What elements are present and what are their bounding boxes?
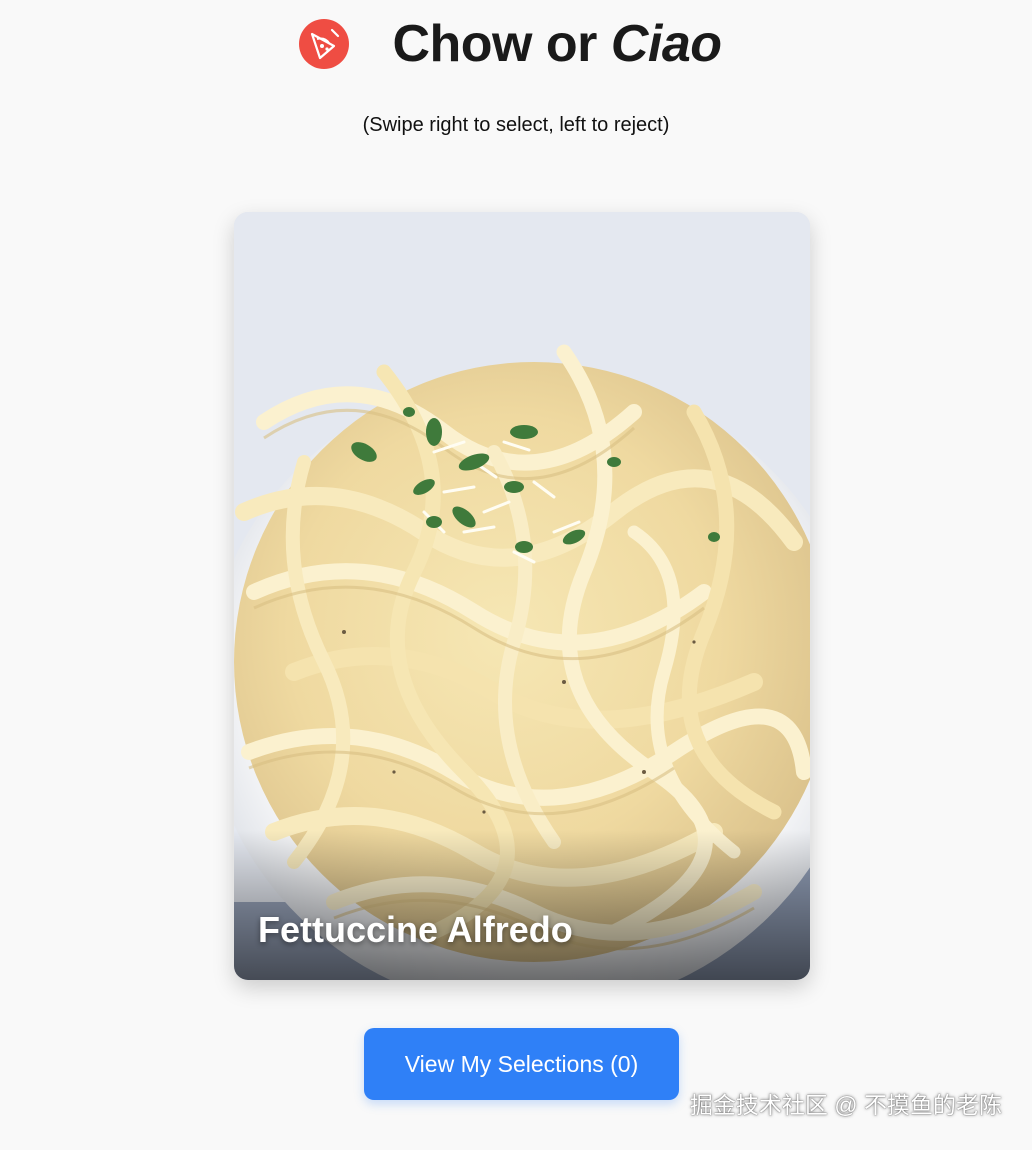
app-title: Chow or Ciao: [392, 14, 722, 74]
app-page: Chow or Ciao (Swipe right to select, lef…: [0, 0, 1032, 1150]
dish-card[interactable]: Fettuccine Alfredo: [234, 212, 810, 980]
app-title-plain: Chow or: [392, 15, 611, 73]
dish-name: Fettuccine Alfredo: [258, 909, 573, 950]
view-selections-button[interactable]: View My Selections (0): [364, 1028, 679, 1100]
app-title-italic: Ciao: [610, 15, 722, 73]
watermark: 掘金技术社区 @ 不摸鱼的老陈: [689, 1092, 1002, 1118]
swipe-instructions: (Swipe right to select, left to reject): [362, 114, 670, 136]
app-header: Chow or Ciao: [0, 12, 1032, 76]
pizza-slice-icon: [298, 18, 350, 70]
card-caption-shade: [234, 830, 810, 980]
